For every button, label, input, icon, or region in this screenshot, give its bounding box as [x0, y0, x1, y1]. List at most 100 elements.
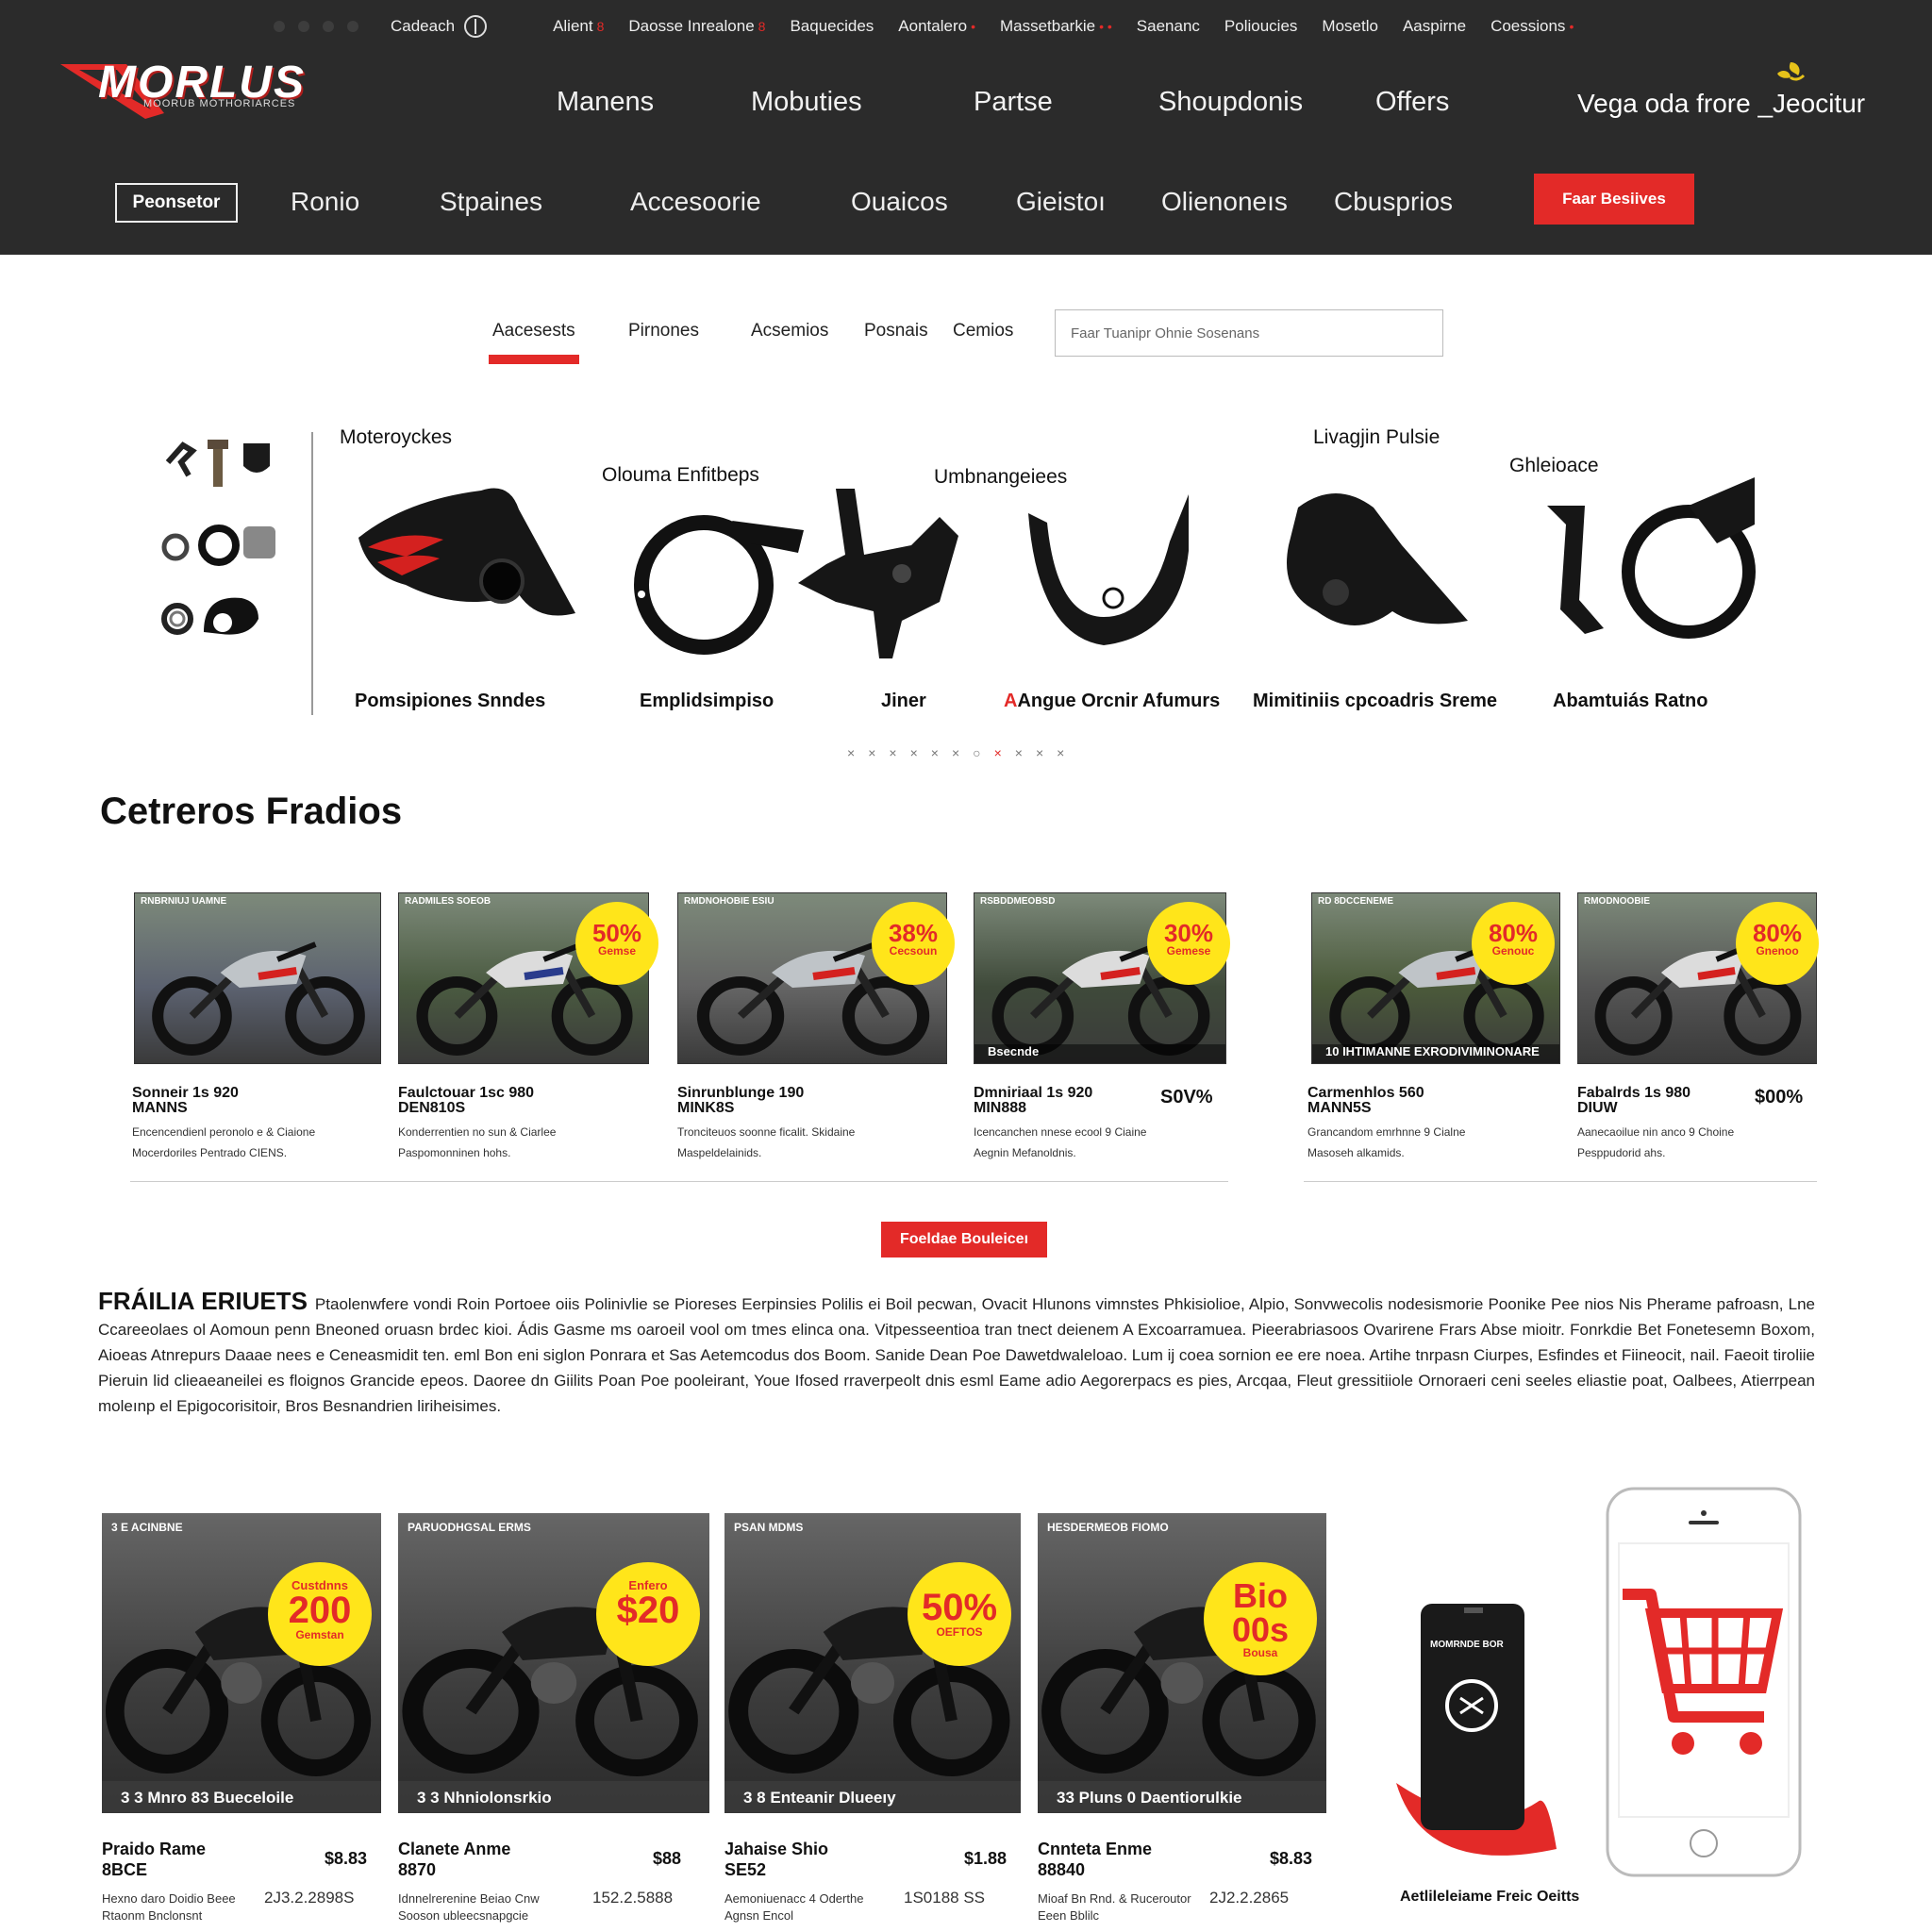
tab[interactable]: Pirnones [628, 321, 699, 341]
deal-name[interactable]: Jahaise Shio [724, 1840, 828, 1859]
tab[interactable]: Posnais [864, 321, 928, 341]
top-link[interactable]: Alient 8 [553, 17, 604, 36]
tab[interactable]: Cemios [953, 321, 1013, 341]
deal-image-bar: 3 8 Enteanir Dlueeıy [724, 1781, 1021, 1813]
deal-image-bar: 3 3 Nhniolonsrkio [398, 1781, 709, 1813]
part-caption[interactable]: Emplidsimpiso [640, 691, 774, 712]
deal-image[interactable]: 3 E ACINBNE 3 3 Mnro 83 Bueceloile [102, 1513, 381, 1813]
sec-nav-item[interactable]: Stpaines [440, 187, 542, 217]
discount-badge: 30% Gemese [1147, 902, 1230, 985]
deal-name[interactable]: Cnnteta Enme [1038, 1840, 1152, 1859]
top-link[interactable]: Massetbarkie • • [1000, 17, 1112, 36]
side-cover-icon[interactable] [1279, 479, 1477, 658]
mount-bracket-icon[interactable] [798, 479, 968, 668]
sec-nav-item[interactable]: Cbusprios [1334, 187, 1453, 217]
main-nav-item[interactable]: Partse [974, 87, 1158, 118]
part-caption[interactable]: Jiner [881, 691, 926, 712]
tab[interactable]: Acsemios [751, 321, 828, 341]
deal-badge: 50% OEFTOS [908, 1562, 1011, 1666]
product-desc: Grancandom emrhnne 9 Cialne [1307, 1125, 1466, 1139]
top-link[interactable]: Mosetlo [1322, 17, 1378, 36]
part-caption[interactable]: Mimitiniis cpcoadris Sreme [1253, 691, 1497, 712]
part-caption-highlight[interactable]: AAngue Orcnir Afumurs [1004, 691, 1220, 712]
sec-nav-item[interactable]: Olienoneıs [1161, 187, 1288, 217]
frame-guard-icon[interactable] [1019, 485, 1198, 664]
carousel-dot[interactable]: × [931, 745, 939, 760]
bracket-set-icon[interactable] [1538, 468, 1764, 657]
top-link[interactable]: Polioucies [1224, 17, 1298, 36]
header-cta-button[interactable]: Faar Besiives [1534, 174, 1694, 225]
about-section: FRÁILIA ERIUETS Ptaolenwfere vondi Roin P… [98, 1289, 1815, 1419]
product-image-caption: RADMILES SOEOB [405, 896, 491, 907]
top-bar: Cadeach Alient 8 Daosse Inrealone 8 Baquec… [274, 15, 1574, 38]
carousel-dot[interactable]: × [1036, 745, 1043, 760]
sec-nav-item[interactable]: Ronio [291, 187, 359, 217]
divider [311, 432, 313, 715]
parts-carousel: Moteroyckes Olouma Enfitbeps Umbnangeiee… [0, 415, 1932, 774]
product-desc: Aanecaoilue nin anco 9 Choine [1577, 1125, 1735, 1139]
category-label[interactable]: Livagjin Pulsie [1313, 426, 1440, 449]
main-nav-item[interactable]: Mobuties [751, 87, 974, 118]
deal-ref: 2J2.2.2865 [1209, 1889, 1290, 1907]
sec-nav-item[interactable]: Accesoorie [630, 187, 761, 217]
top-link[interactable]: Daosse Inrealone 8 [628, 17, 765, 36]
product-subtitle: DEN810S [398, 1100, 466, 1116]
headlight-bracket-icon[interactable] [619, 502, 808, 662]
main-nav: Manens Mobuties Partse Shoupdonis Offers [557, 87, 1449, 118]
carousel-dot[interactable]: × [889, 745, 896, 760]
fairing-part-icon[interactable] [349, 472, 585, 632]
carousel-dot[interactable]: × [1057, 745, 1064, 760]
product-desc: Konderrentien no sun & Ciarlee [398, 1125, 557, 1139]
category-label[interactable]: Moteroyckes [340, 426, 452, 449]
top-link[interactable]: Aaspirne [1403, 17, 1466, 36]
carousel-dot[interactable]: × [952, 745, 959, 760]
top-link[interactable]: Coessions • [1491, 17, 1574, 36]
deal-desc: Mioaf Bn Rnd. & Ruceroutor [1038, 1891, 1191, 1906]
carousel-dot[interactable]: × [868, 745, 875, 760]
deal-badge: Custdnns 200 Gemstan [268, 1562, 372, 1666]
top-link[interactable]: Baquecides [790, 17, 874, 36]
carousel-dot[interactable]: × [910, 745, 918, 760]
section-title: Cetreros Fradios [100, 791, 403, 832]
deal-image-caption: PARUODHGSAL ERMS [408, 1521, 531, 1534]
top-link-marker: 8 [758, 19, 766, 34]
top-link[interactable]: Saenanc [1137, 17, 1200, 36]
deal-name[interactable]: Clanete Anme [398, 1840, 510, 1859]
deal-name[interactable]: Praido Rame [102, 1840, 206, 1859]
top-link[interactable]: Aontalero • [898, 17, 975, 36]
product-desc: Maspeldelainids. [677, 1146, 762, 1159]
deal-image-caption: PSAN MDMS [734, 1521, 804, 1534]
sec-nav-item[interactable]: Ouaicos [851, 187, 948, 217]
carousel-dot[interactable]: ○ [973, 745, 980, 760]
currency-selector[interactable]: Cadeach [391, 15, 488, 38]
divider [130, 1181, 1228, 1182]
carousel-dot[interactable]: × [847, 745, 855, 760]
carousel-dot[interactable]: × [1015, 745, 1023, 760]
app-promo[interactable]: MOMRNDE BOR Aetlileleiame Freic Oeitts [1368, 1481, 1840, 1924]
deal-price: $8.83 [1270, 1849, 1313, 1868]
small-parts-icon[interactable] [160, 434, 283, 660]
discount-badge: 38% Cecsoun [872, 902, 955, 985]
main-nav-item[interactable]: Shoupdonis [1158, 87, 1375, 118]
sec-nav-item[interactable]: Gieistoı [1016, 187, 1106, 217]
product-image-caption: RNBRNIUJ UAMNE [141, 896, 227, 907]
deal-desc: Rtaonm Bnclonsnt [102, 1908, 203, 1923]
search-input[interactable]: Faar Tuanipr Ohnie Sosenans [1055, 309, 1443, 357]
category-label[interactable]: Olouma Enfitbeps [602, 464, 759, 487]
product-desc: Icencanchen nnese ecool 9 Ciaine [974, 1125, 1147, 1139]
phone-label: MOMRNDE BOR [1430, 1640, 1504, 1650]
product-image-caption: RMODNOOBIE [1584, 896, 1650, 907]
carousel-dot-active[interactable]: × [994, 745, 1002, 760]
part-caption[interactable]: Abamtuiás Ratno [1553, 691, 1707, 712]
main-nav-item[interactable]: Manens [557, 87, 751, 118]
product-image[interactable]: RNBRNIUJ UAMNE [134, 892, 381, 1064]
part-caption[interactable]: Pomsipiones Snndes [355, 691, 545, 712]
register-button[interactable]: Peonsetor [115, 183, 238, 223]
view-more-button[interactable]: Foeldae Bouleiceı [881, 1222, 1047, 1257]
promo-text[interactable]: Vega oda frore _Jeocitur [1577, 89, 1865, 119]
discount-badge: 80% Gnenoo [1736, 902, 1819, 985]
app-promo-caption[interactable]: Aetlileleiame Freic Oeitts [1400, 1889, 1579, 1906]
tab-accessories[interactable]: Aacesests [492, 321, 575, 341]
site-logo[interactable]: MORLUS MOORUB MOTHORIARCES [60, 57, 372, 125]
main-nav-item-offers[interactable]: Offers [1375, 87, 1449, 118]
